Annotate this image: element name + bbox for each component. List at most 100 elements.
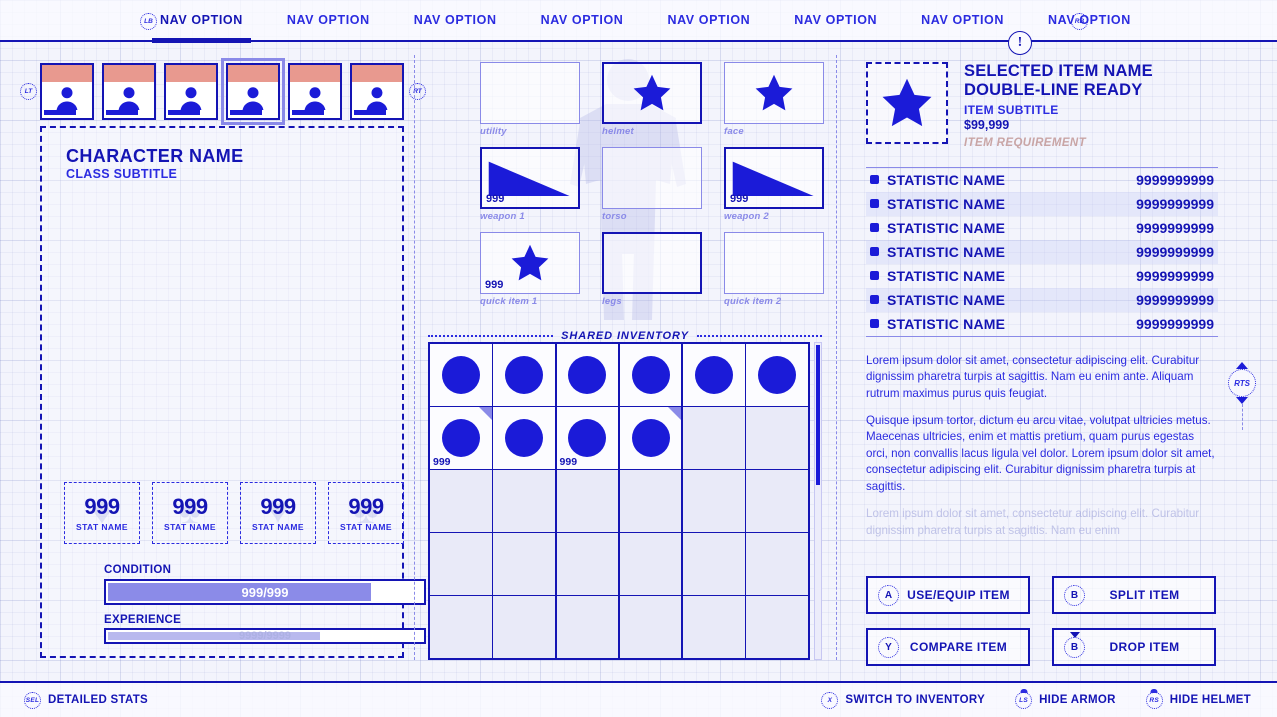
slot-box[interactable]: 999 <box>724 147 824 209</box>
slot-label: quick item 1 <box>480 296 538 307</box>
footer-action-switch-to-inventory[interactable]: X SWITCH TO INVENTORY <box>821 691 985 709</box>
inventory-cell[interactable] <box>493 344 555 406</box>
inventory-cell[interactable] <box>746 533 808 595</box>
inventory-cell[interactable]: 999 <box>430 407 492 469</box>
slot-box[interactable] <box>602 62 702 124</box>
slot-box[interactable] <box>480 62 580 124</box>
item-thumbnail[interactable] <box>866 62 948 144</box>
inventory-cell[interactable] <box>556 344 619 406</box>
inventory-cell[interactable] <box>619 344 682 406</box>
item-statistic-value: 9999999999 <box>1136 195 1214 212</box>
inventory-cell[interactable] <box>746 596 808 658</box>
right-bumper-icon[interactable]: RB <box>1071 13 1088 30</box>
slot-box[interactable] <box>724 232 824 294</box>
party-portrait-4[interactable] <box>288 63 342 120</box>
portrait-body <box>352 82 402 118</box>
inventory-cell[interactable]: 999 <box>556 407 619 469</box>
circle-item-icon <box>568 418 607 457</box>
slot-box[interactable]: 999 <box>480 147 580 209</box>
inventory-cell[interactable] <box>683 596 745 658</box>
inventory-cell[interactable] <box>619 533 682 595</box>
footer-bar: SEL DETAILED STATS X SWITCH TO INVENTORY LS… <box>0 681 1277 717</box>
footer-action-detailed-stats[interactable]: SEL DETAILED STATS <box>24 691 148 709</box>
inventory-cell[interactable] <box>683 533 745 595</box>
inventory-cell[interactable] <box>556 596 619 658</box>
inventory-cell[interactable] <box>683 344 745 406</box>
alert-icon[interactable]: ! <box>1008 31 1032 55</box>
portrait-health-empty <box>262 110 276 115</box>
inventory-cell[interactable] <box>683 407 745 469</box>
equipment-slot-utility[interactable]: utility <box>480 62 580 137</box>
left-bumper-icon[interactable]: LB <box>140 13 157 30</box>
equipment-slot-weapon-2[interactable]: 999 weapon 2 <box>724 147 824 222</box>
nav-item-0[interactable]: NAV OPTION <box>138 0 265 43</box>
inventory-cell[interactable] <box>556 470 619 532</box>
inventory-cell[interactable] <box>746 407 808 469</box>
portrait-health-bar <box>354 110 400 115</box>
portrait-body <box>228 82 278 118</box>
inventory-cell[interactable] <box>430 533 492 595</box>
footer-action-hide-armor[interactable]: LS HIDE ARMOR <box>1015 688 1116 709</box>
slot-box[interactable]: 999 <box>480 232 580 294</box>
scroll-up-arrow[interactable] <box>1236 362 1248 369</box>
party-portrait-2[interactable] <box>164 63 218 120</box>
slot-box[interactable] <box>602 232 702 294</box>
shared-inventory-header: SHARED INVENTORY <box>428 330 822 342</box>
action-button-split-item[interactable]: B SPLIT ITEM <box>1052 576 1216 614</box>
inventory-cell[interactable] <box>493 533 555 595</box>
inventory-cell[interactable] <box>556 533 619 595</box>
inventory-cell[interactable] <box>746 344 808 406</box>
party-portrait-0[interactable] <box>40 63 94 120</box>
footer-action-hide-helmet[interactable]: RS HIDE HELMET <box>1145 688 1251 709</box>
scroll-hint[interactable]: RTS <box>1228 362 1256 430</box>
left-trigger-icon[interactable]: LT <box>20 83 37 100</box>
nav-item-6[interactable]: NAV OPTION <box>899 0 1026 41</box>
action-glyph-wrap: B <box>1064 584 1085 606</box>
inventory-scroll-thumb[interactable] <box>816 345 820 485</box>
slot-box[interactable] <box>602 147 702 209</box>
action-button-compare-item[interactable]: Y COMPARE ITEM <box>866 628 1030 666</box>
inventory-cell[interactable] <box>619 596 682 658</box>
inventory-cell[interactable] <box>619 470 682 532</box>
equipment-slot-quick-item-1[interactable]: 999 quick item 1 <box>480 232 580 307</box>
item-statistic-name: STATISTIC NAME <box>887 291 1006 308</box>
equipment-slot-legs[interactable]: legs <box>602 232 702 307</box>
party-portrait-list <box>40 58 404 125</box>
inventory-scrollbar[interactable] <box>814 342 822 660</box>
slot-box[interactable] <box>724 62 824 124</box>
inventory-cell[interactable] <box>430 344 492 406</box>
nav-item-4[interactable]: NAV OPTION <box>645 0 772 41</box>
nav-item-3[interactable]: NAV OPTION <box>519 0 646 41</box>
nav-item-2[interactable]: NAV OPTION <box>392 0 519 41</box>
inventory-cell[interactable] <box>493 407 555 469</box>
action-button-use-equip-item[interactable]: A USE/EQUIP ITEM <box>866 576 1030 614</box>
right-stick-icon[interactable]: RTS <box>1228 369 1256 397</box>
inventory-cell[interactable] <box>683 470 745 532</box>
slot-label: weapon 2 <box>724 211 769 222</box>
equipment-slot-helmet[interactable]: helmet <box>602 62 702 137</box>
action-button-drop-item[interactable]: B DROP ITEM <box>1052 628 1216 666</box>
slot-label: quick item 2 <box>724 296 782 307</box>
inventory-cell[interactable] <box>430 470 492 532</box>
slot-label: torso <box>602 211 627 222</box>
footer-left-group: SEL DETAILED STATS <box>24 691 148 709</box>
equipment-slot-quick-item-2[interactable]: quick item 2 <box>724 232 824 307</box>
inventory-cell[interactable] <box>493 596 555 658</box>
inventory-cell[interactable] <box>619 407 682 469</box>
equipment-slot-weapon-1[interactable]: 999 weapon 1 <box>480 147 580 222</box>
inventory-cell[interactable] <box>493 470 555 532</box>
party-portrait-1[interactable] <box>102 63 156 120</box>
slot-quantity: 999 <box>485 279 504 291</box>
scroll-down-arrow[interactable] <box>1236 397 1248 404</box>
nav-item-7[interactable]: NAV OPTION <box>1026 0 1153 41</box>
inventory-cell[interactable] <box>746 470 808 532</box>
inventory-cell[interactable] <box>430 596 492 658</box>
party-portrait-3[interactable] <box>221 58 285 125</box>
circle-item-icon <box>631 418 670 457</box>
equipment-slot-torso[interactable]: torso <box>602 147 702 222</box>
party-portrait-5[interactable] <box>350 63 404 120</box>
item-statistic-row: STATISTIC NAME 9999999999 <box>866 168 1218 192</box>
nav-item-5[interactable]: NAV OPTION <box>772 0 899 41</box>
nav-item-1[interactable]: NAV OPTION <box>265 0 392 41</box>
equipment-slot-face[interactable]: face <box>724 62 824 137</box>
